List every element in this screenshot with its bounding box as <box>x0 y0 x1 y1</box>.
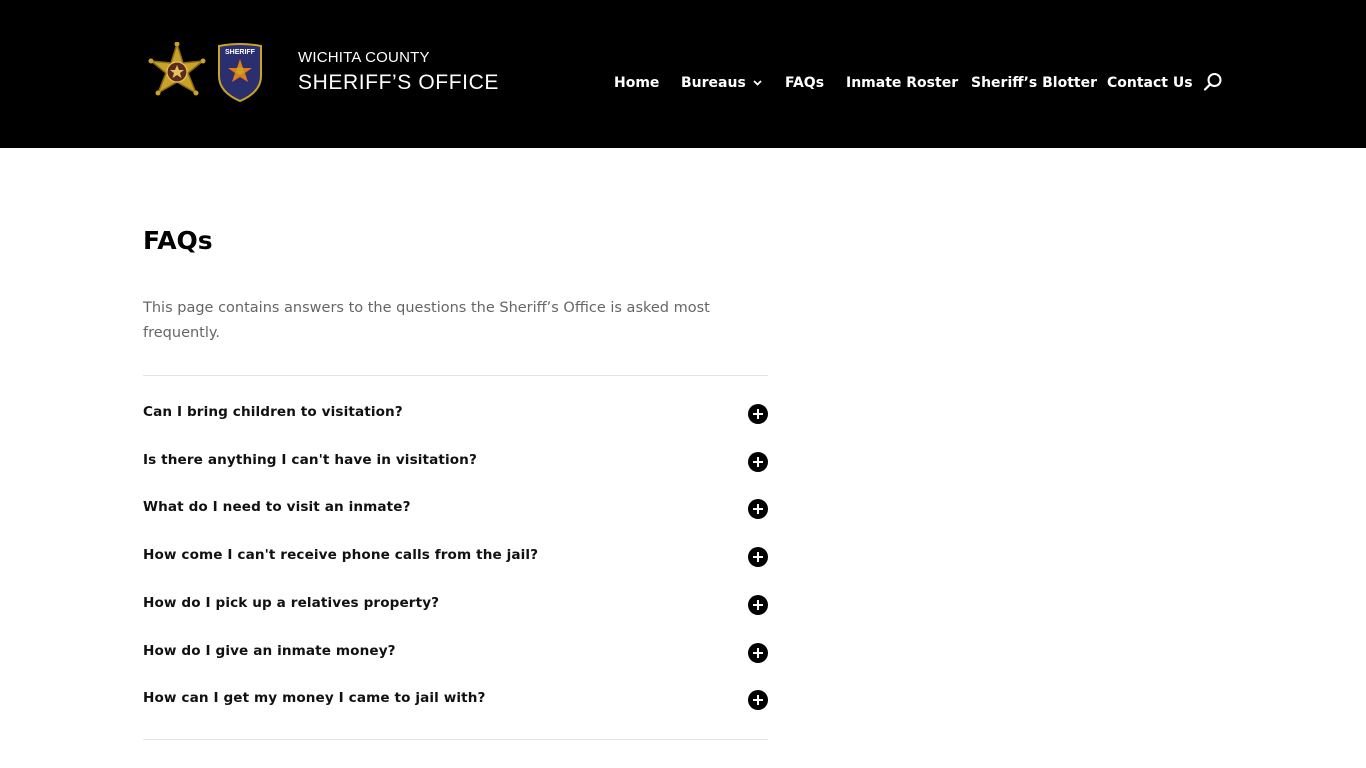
faq-question: How come I can't receive phone calls fro… <box>143 547 539 563</box>
faq-question: What do I need to visit an inmate? <box>143 499 411 515</box>
nav-sheriffs-blotter-label: Sheriff’s Blotter <box>971 75 1097 91</box>
chevron-down-icon <box>753 80 762 86</box>
page-title: FAQs <box>143 226 213 255</box>
brand-office-name[interactable]: SHERIFF’S OFFICE <box>298 71 499 95</box>
nav-inmate-roster-label: Inmate Roster <box>846 75 959 91</box>
faq-item[interactable]: How do I pick up a relatives property? <box>143 591 768 621</box>
faq-item[interactable]: What do I need to visit an inmate? <box>143 495 768 525</box>
intro-text: This page contains answers to the questi… <box>143 300 710 341</box>
plus-circle-icon[interactable] <box>748 404 768 424</box>
faq-question: Can I bring children to visitation? <box>143 404 403 420</box>
plus-circle-icon[interactable] <box>748 499 768 519</box>
sheriff-shield-patch-icon[interactable]: SHERIFF <box>216 42 264 102</box>
nav-home-label: Home <box>614 75 660 91</box>
faq-question: How can I get my money I came to jail wi… <box>143 690 486 706</box>
faq-item[interactable]: How do I give an inmate money? <box>143 639 768 669</box>
nav-faqs-label: FAQs <box>785 75 825 91</box>
nav-inmate-roster[interactable]: Inmate Roster <box>846 74 958 92</box>
brand-county-name[interactable]: WICHITA COUNTY <box>298 49 430 66</box>
plus-circle-icon[interactable] <box>748 547 768 567</box>
shield-label: SHERIFF <box>225 49 256 56</box>
faq-question: How do I pick up a relatives property? <box>143 595 440 611</box>
search-icon[interactable] <box>1203 72 1223 92</box>
nav-bureaus[interactable]: Bureaus <box>681 74 762 92</box>
faq-question: Is there anything I can't have in visita… <box>143 452 477 468</box>
nav-contact-us-label: Contact Us <box>1107 75 1193 91</box>
site-header: SHERIFF WICHITA COUNTY SHERIFF’S OFFICE … <box>0 0 1366 148</box>
plus-circle-icon[interactable] <box>748 595 768 615</box>
faq-item[interactable]: Is there anything I can't have in visita… <box>143 448 768 478</box>
sheriff-star-badge-icon[interactable] <box>146 42 208 104</box>
nav-faqs[interactable]: FAQs <box>785 74 824 92</box>
nav-sheriffs-blotter[interactable]: Sheriff’s Blotter <box>971 74 1097 92</box>
faq-question: How do I give an inmate money? <box>143 643 396 659</box>
nav-bureaus-label: Bureaus <box>681 75 746 91</box>
nav-home[interactable]: Home <box>614 74 659 92</box>
divider-bottom <box>143 739 768 740</box>
nav-contact-us[interactable]: Contact Us <box>1107 74 1193 92</box>
faq-item[interactable]: How come I can't receive phone calls fro… <box>143 543 768 573</box>
plus-circle-icon[interactable] <box>748 643 768 663</box>
faq-item[interactable]: How can I get my money I came to jail wi… <box>143 686 768 716</box>
faq-item[interactable]: Can I bring children to visitation? <box>143 400 768 430</box>
plus-circle-icon[interactable] <box>748 690 768 710</box>
divider-top <box>143 375 768 376</box>
plus-circle-icon[interactable] <box>748 452 768 472</box>
